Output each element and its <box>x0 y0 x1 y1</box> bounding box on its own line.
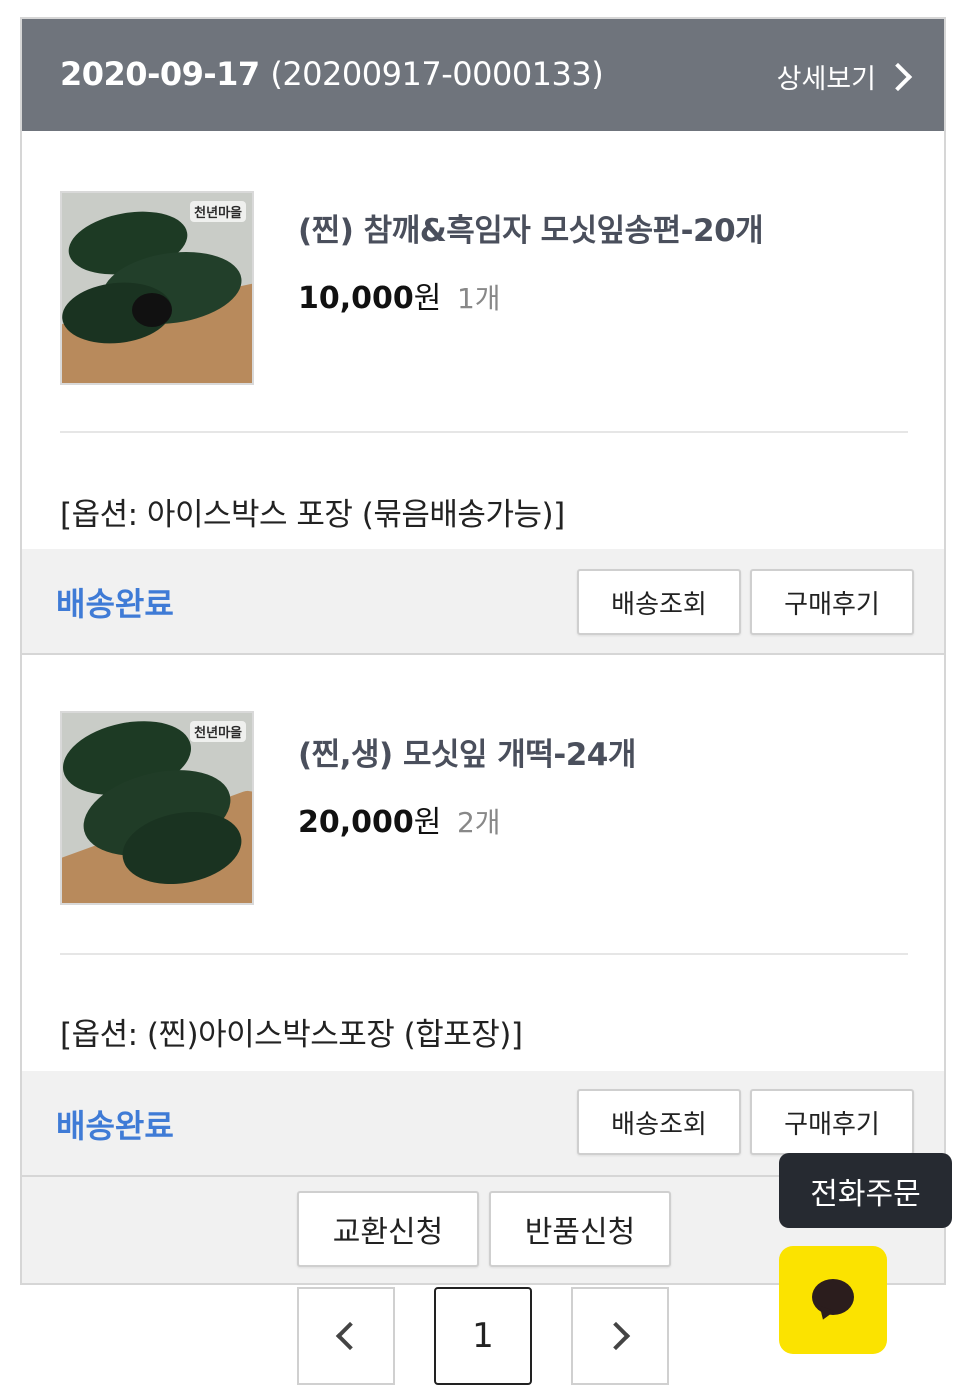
product-thumbnail[interactable]: 천년마을 <box>60 191 254 385</box>
track-delivery-button[interactable]: 배송조회 <box>577 569 741 635</box>
write-review-button[interactable]: 구매후기 <box>750 1089 914 1155</box>
product-price: 10,000 <box>298 281 414 316</box>
product-quantity: 2개 <box>456 806 501 839</box>
order-item: 천년마을 (찐) 참깨&흑임자 모싯잎송편-20개 10,000원 1개 [옵션… <box>22 131 944 563</box>
phone-order-button[interactable]: 전화주문 <box>779 1153 952 1228</box>
product-thumbnail[interactable]: 천년마을 <box>60 711 254 905</box>
prev-page-button[interactable] <box>297 1287 395 1385</box>
product-name[interactable]: (찐) 참깨&흑임자 모싯잎송편-20개 <box>298 205 764 250</box>
divider <box>60 953 908 955</box>
return-request-button[interactable]: 반품신청 <box>489 1191 671 1267</box>
page-number-current[interactable]: 1 <box>434 1287 532 1385</box>
product-option: [옵션: 아이스박스 포장 (묶음배송가능)] <box>60 497 565 533</box>
product-option: [옵션: (찐)아이스박스포장 (합포장)] <box>60 1017 523 1053</box>
view-details-link[interactable]: 상세보기 <box>776 57 913 96</box>
divider <box>60 431 908 433</box>
order-date: 2020-09-17 <box>60 55 260 93</box>
order-card: 2020-09-17 (20200917-0000133) 상세보기 천년마을 … <box>20 17 946 1285</box>
product-logo: 천년마을 <box>190 721 246 742</box>
item-status-bar: 배송완료 배송조회 구매후기 <box>22 549 944 655</box>
price-line: 10,000원 1개 <box>298 273 501 317</box>
delivery-status: 배송완료 <box>56 1107 174 1145</box>
currency-label: 원 <box>413 805 442 840</box>
next-page-button[interactable] <box>571 1287 669 1385</box>
currency-label: 원 <box>413 281 442 316</box>
product-name[interactable]: (찐,생) 모싯잎 개떡-24개 <box>298 729 636 774</box>
order-header: 2020-09-17 (20200917-0000133) 상세보기 <box>22 19 944 131</box>
write-review-button[interactable]: 구매후기 <box>750 569 914 635</box>
exchange-request-button[interactable]: 교환신청 <box>297 1191 479 1267</box>
delivery-status: 배송완료 <box>56 585 174 623</box>
chevron-right-icon <box>601 1321 631 1351</box>
order-item: 천년마을 (찐,생) 모싯잎 개떡-24개 20,000원 2개 [옵션: (찐… <box>22 655 944 1075</box>
chevron-right-icon <box>883 62 913 91</box>
order-number: (20200917-0000133) <box>270 55 604 93</box>
product-quantity: 1개 <box>456 282 501 315</box>
kakao-chat-button[interactable] <box>779 1246 887 1354</box>
track-delivery-button[interactable]: 배송조회 <box>577 1089 741 1155</box>
product-logo: 천년마을 <box>190 201 246 222</box>
order-date-line: 2020-09-17 (20200917-0000133) <box>60 55 604 93</box>
product-price: 20,000 <box>298 805 414 840</box>
view-details-label: 상세보기 <box>776 64 876 95</box>
chevron-left-icon <box>335 1321 365 1351</box>
price-line: 20,000원 2개 <box>298 797 501 841</box>
